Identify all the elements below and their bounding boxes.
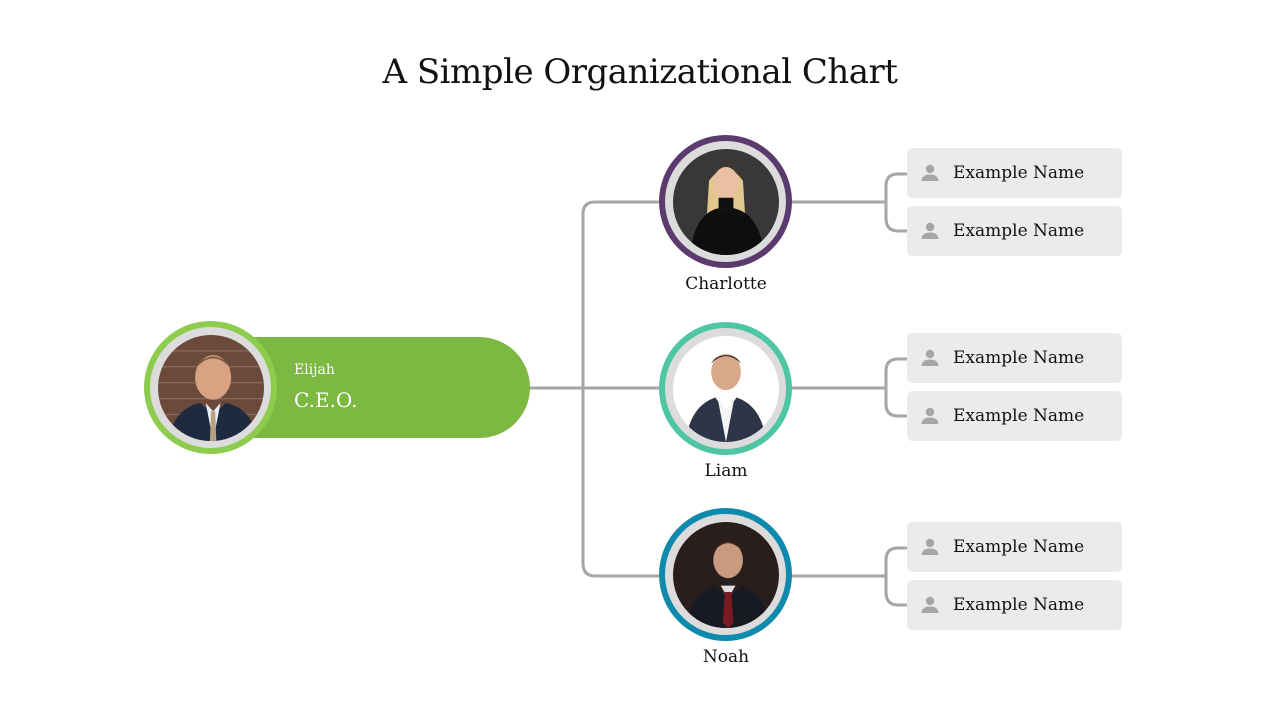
- user-icon: [921, 164, 939, 181]
- report-box[interactable]: Example Name: [907, 522, 1122, 572]
- report-name: Example Name: [953, 406, 1085, 426]
- manager-name-noah: Noah: [702, 647, 750, 667]
- user-icon: [921, 538, 939, 555]
- avatar-frame: [665, 141, 786, 262]
- report-name: Example Name: [953, 595, 1085, 615]
- manager-avatar-noah[interactable]: [659, 508, 792, 641]
- manager-photo: [672, 521, 779, 628]
- report-name: Example Name: [953, 537, 1085, 557]
- person-photo-icon: [672, 148, 779, 255]
- ceo-name: Elijah: [294, 362, 335, 378]
- avatar-frame: [665, 328, 786, 449]
- ceo-role: C.E.O.: [294, 388, 358, 412]
- manager-avatar-charlotte[interactable]: [659, 135, 792, 268]
- bracket-charlotte: [884, 172, 907, 233]
- user-icon: [921, 596, 939, 613]
- bracket-liam: [884, 357, 907, 418]
- avatar-frame: [665, 514, 786, 635]
- report-box[interactable]: Example Name: [907, 391, 1122, 441]
- report-box[interactable]: Example Name: [907, 580, 1122, 630]
- bracket-noah: [884, 546, 907, 607]
- user-icon: [921, 349, 939, 366]
- report-box[interactable]: Example Name: [907, 333, 1122, 383]
- ceo-photo: [157, 334, 264, 441]
- connector-trunk-bottom: [581, 388, 660, 578]
- person-photo-icon: [672, 521, 779, 628]
- manager-name-liam: Liam: [704, 461, 748, 481]
- manager-name-charlotte: Charlotte: [685, 274, 767, 294]
- person-photo-icon: [672, 335, 779, 442]
- user-icon: [921, 222, 939, 239]
- report-box[interactable]: Example Name: [907, 206, 1122, 256]
- manager-photo: [672, 335, 779, 442]
- connector-trunk-top: [581, 200, 660, 388]
- report-name: Example Name: [953, 163, 1085, 183]
- report-name: Example Name: [953, 348, 1085, 368]
- ceo-avatar[interactable]: [144, 321, 277, 454]
- manager-photo: [672, 148, 779, 255]
- report-box[interactable]: Example Name: [907, 148, 1122, 198]
- avatar-frame: [150, 327, 271, 448]
- manager-avatar-liam[interactable]: [659, 322, 792, 455]
- user-icon: [921, 407, 939, 424]
- report-name: Example Name: [953, 221, 1085, 241]
- person-photo-icon: [157, 334, 264, 441]
